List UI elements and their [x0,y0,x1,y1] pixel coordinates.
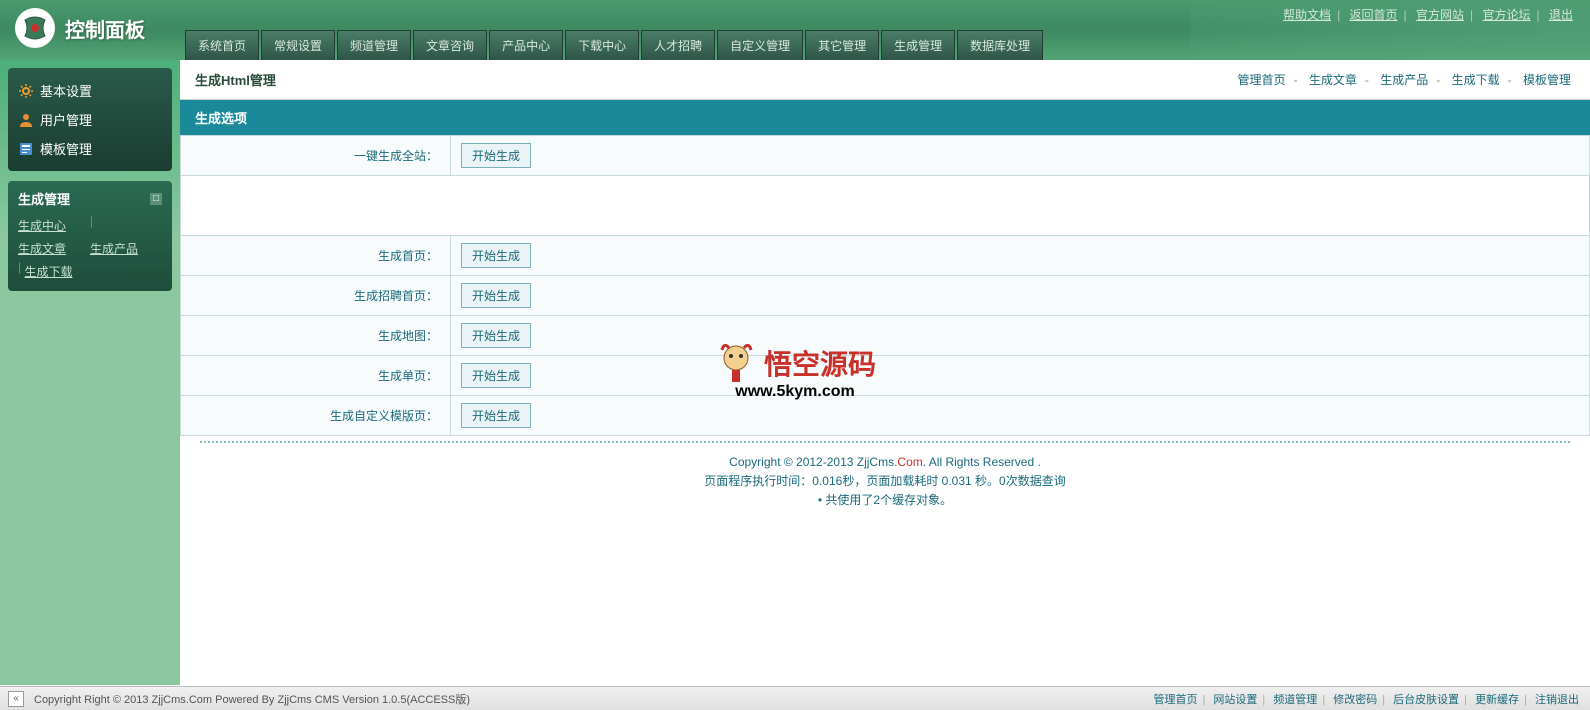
sidebar-item-label: 模板管理 [40,139,92,158]
top-link-official[interactable]: 官方网站 [1416,8,1464,22]
logo-icon [15,8,55,48]
bottom-link-channel[interactable]: 频道管理 [1273,694,1317,706]
table-row: 生成招聘首页： 开始生成 [181,276,1590,316]
breadcrumb-link-template[interactable]: 模板管理 [1523,73,1571,87]
breadcrumb-link-download[interactable]: 生成下载 [1452,73,1500,87]
template-icon [18,141,34,157]
header: 帮助文档| 返回首页| 官方网站| 官方论坛| 退出 控制面板 系统首页 常规设… [0,0,1590,60]
page-title: 生成Html管理 [195,70,276,89]
sidebar-panel-settings: 基本设置 用户管理 模板管理 [8,68,172,171]
logo-text: 控制面板 [65,14,145,43]
table-row: 一键生成全站： 开始生成 [181,136,1590,176]
generate-recruit-button[interactable]: 开始生成 [461,283,531,308]
breadcrumb: 生成Html管理 管理首页- 生成文章- 生成产品- 生成下载- 模板管理 [180,60,1590,100]
table-row: 生成首页： 开始生成 [181,236,1590,276]
menu-other[interactable]: 其它管理 [805,30,879,60]
copyright-text: Copyright Right © 2013 ZjjCms.Com Powere… [34,691,1150,707]
bottom-link-logout[interactable]: 注销退出 [1535,694,1579,706]
row-label: 生成自定义模版页： [181,396,451,436]
row-label: 生成单页： [181,356,451,396]
generate-all-button[interactable]: 开始生成 [461,143,531,168]
generate-home-button[interactable]: 开始生成 [461,243,531,268]
table-row: 生成单页： 开始生成 [181,356,1590,396]
collapse-icon[interactable]: □ [150,193,162,205]
menu-custom[interactable]: 自定义管理 [717,30,803,60]
menu-system-home[interactable]: 系统首页 [185,30,259,60]
menu-product[interactable]: 产品中心 [489,30,563,60]
sidebar-item-template[interactable]: 模板管理 [18,134,162,163]
generate-table: 一键生成全站： 开始生成 生成首页： 开始生成 生成招聘首页： 开始生成 生成地… [180,135,1590,436]
sidebar-toggle-button[interactable]: « [8,691,24,707]
generate-custom-button[interactable]: 开始生成 [461,403,531,428]
menu-generate[interactable]: 生成管理 [881,30,955,60]
row-label: 生成招聘首页： [181,276,451,316]
sidebar-link-gen-download[interactable]: 生成下载 [24,260,96,283]
sidebar-item-label: 基本设置 [40,81,92,100]
footer-info: Copyright © 2012-2013 ZjjCms.Com. All Ri… [200,441,1570,521]
table-row: 生成地图： 开始生成 [181,316,1590,356]
sidebar-item-basic[interactable]: 基本设置 [18,76,162,105]
bottom-links: 管理首页| 网站设置| 频道管理| 修改密码| 后台皮肤设置| 更新缓存| 注销… [1150,691,1582,707]
sidebar-link-gen-center[interactable]: 生成中心 [18,214,90,237]
bottom-link-skin[interactable]: 后台皮肤设置 [1393,694,1459,706]
breadcrumb-link-article[interactable]: 生成文章 [1309,73,1357,87]
breadcrumb-link-product[interactable]: 生成产品 [1380,73,1428,87]
row-label: 生成首页： [181,236,451,276]
row-label: 生成地图： [181,316,451,356]
sidebar-item-label: 用户管理 [40,110,92,129]
sidebar-panel-generate: 生成管理 □ 生成中心 | 生成文章 生成产品 | 生成下载 [8,181,172,291]
bottom-link-password[interactable]: 修改密码 [1333,694,1377,706]
generate-single-button[interactable]: 开始生成 [461,363,531,388]
user-icon [18,112,34,128]
menu-channel[interactable]: 频道管理 [337,30,411,60]
sidebar-item-user[interactable]: 用户管理 [18,105,162,134]
breadcrumb-links: 管理首页- 生成文章- 生成产品- 生成下载- 模板管理 [1234,71,1575,88]
sidebar-link-gen-product[interactable]: 生成产品 [90,237,162,260]
menu-article[interactable]: 文章咨询 [413,30,487,60]
top-link-logout[interactable]: 退出 [1549,8,1573,22]
gear-icon [18,83,34,99]
bottom-link-site[interactable]: 网站设置 [1213,694,1257,706]
sidebar-link-gen-article[interactable]: 生成文章 [18,237,90,260]
menu-database[interactable]: 数据库处理 [957,30,1043,60]
section-header: 生成选项 [180,100,1590,135]
top-link-forum[interactable]: 官方论坛 [1483,8,1531,22]
bottom-link-cache[interactable]: 更新缓存 [1475,694,1519,706]
top-link-home[interactable]: 返回首页 [1350,8,1398,22]
top-links: 帮助文档| 返回首页| 官方网站| 官方论坛| 退出 [1281,6,1575,23]
breadcrumb-link-home[interactable]: 管理首页 [1238,73,1286,87]
sidebar: 基本设置 用户管理 模板管理 生成管理 □ 生成中心 | 生成文章 生成产品 |… [0,60,180,685]
menu-download[interactable]: 下载中心 [565,30,639,60]
main-content: 生成Html管理 管理首页- 生成文章- 生成产品- 生成下载- 模板管理 生成… [180,60,1590,685]
bottombar: « Copyright Right © 2013 ZjjCms.Com Powe… [0,686,1590,710]
row-label: 一键生成全站： [181,136,451,176]
menu-general[interactable]: 常规设置 [261,30,335,60]
menu-recruit[interactable]: 人才招聘 [641,30,715,60]
sidebar-panel-title: 生成管理 [18,189,70,208]
generate-map-button[interactable]: 开始生成 [461,323,531,348]
main-menu: 系统首页 常规设置 频道管理 文章咨询 产品中心 下载中心 人才招聘 自定义管理… [185,30,1043,60]
bottom-link-admin[interactable]: 管理首页 [1153,694,1197,706]
table-row: 生成自定义模版页： 开始生成 [181,396,1590,436]
top-link-help[interactable]: 帮助文档 [1283,8,1331,22]
